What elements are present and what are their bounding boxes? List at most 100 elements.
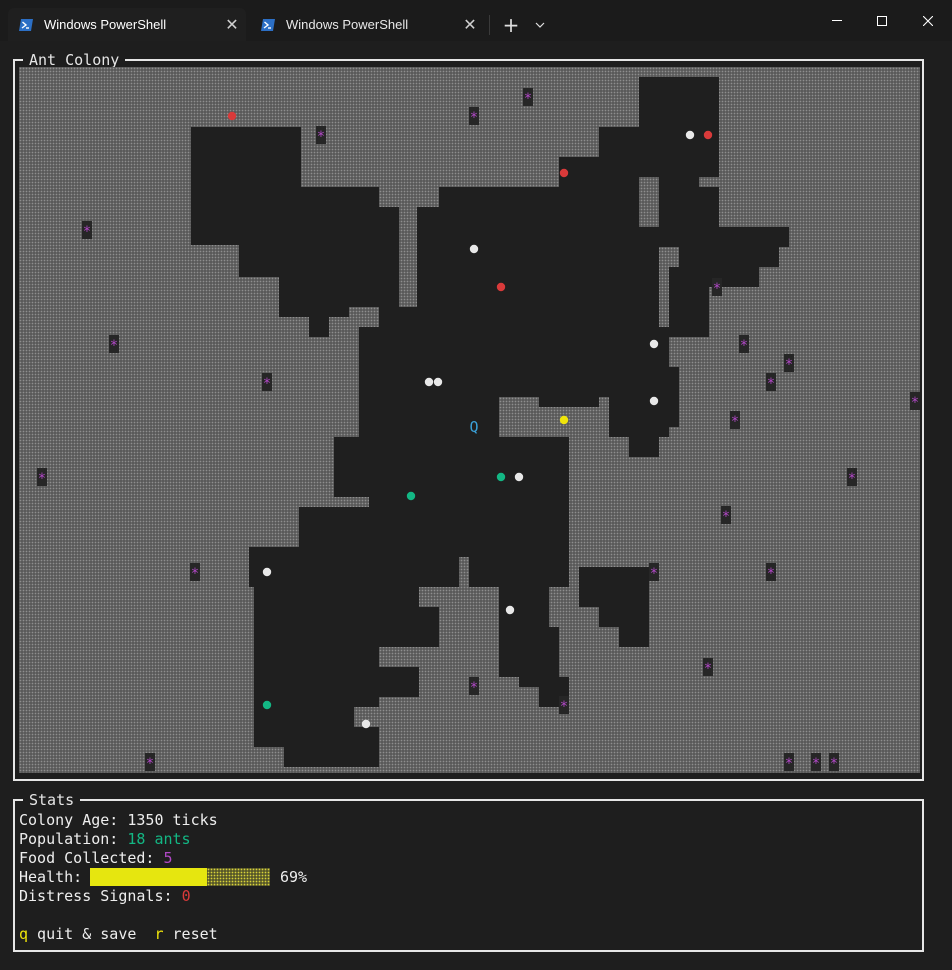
ant [433,377,443,387]
chevron-down-icon [535,22,545,28]
tunnel-segment [419,457,569,547]
health-label: Health: [19,868,92,886]
tunnel-segment [669,267,709,337]
close-icon[interactable]: ✕ [218,15,246,35]
food-item: * [722,509,730,525]
minimize-button[interactable] [814,0,860,41]
tunnel-segment [219,167,249,187]
tunnel-segment [309,297,329,337]
window-close-icon [923,15,933,26]
powershell-icon [260,17,276,33]
food-item: * [650,566,658,582]
panel-title: Stats [23,791,81,809]
food-item: * [83,224,91,240]
tab-powershell-2[interactable]: Windows PowerShell ✕ [250,8,484,41]
maximize-button[interactable] [859,0,905,41]
food-item: * [731,414,739,430]
ant [559,415,569,425]
colony-age-label: Colony Age: [19,811,128,829]
title-bar: Windows PowerShell ✕ Windows PowerShell … [0,0,952,41]
tunnel-segment [289,207,309,227]
distress-label: Distress Signals: [19,887,182,905]
food-label: Food Collected: [19,849,164,867]
tunnel-segment [359,327,399,447]
health-bar [90,868,270,886]
food-item: * [704,661,712,677]
ant [649,339,659,349]
tunnel-segment [249,547,309,587]
food-item: * [767,566,775,582]
tab-label: Windows PowerShell [286,17,409,32]
window-close-button[interactable] [905,0,951,41]
tunnel-segment [739,227,789,247]
food-item: * [317,129,325,145]
maximize-icon [877,15,887,26]
food-item: * [146,756,154,772]
distress-value: 0 [181,887,191,905]
colony-map: * * * * * * * * * * * * * * * * * * * * * * * * * Q [37,77,920,772]
minimize-icon [832,19,842,21]
tunnel-segment [469,227,509,287]
tunnel-segment [629,417,659,457]
food-item: * [713,281,721,297]
food-item: * [785,756,793,772]
population-value: 18 ants [127,830,191,848]
ant [514,472,524,482]
food-item: * [911,395,919,411]
tunnel-segment [539,317,599,407]
tab-powershell-1[interactable]: Windows PowerShell ✕ [8,8,246,41]
ant [424,377,434,387]
food-value: 5 [163,849,173,867]
key-hints: q quit & save r reset [19,925,218,944]
terminal-area[interactable]: Ant Colony * * * * * * * * * * * * * * * * * * * * * * * * * Q S… [0,41,952,970]
reset-label: reset [163,925,218,943]
ant [559,168,569,178]
plus-icon: + [502,12,520,37]
food-item: * [767,376,775,392]
food-item: * [470,110,478,126]
ant [685,130,695,140]
ant [262,567,272,577]
close-icon[interactable]: ✕ [456,15,484,35]
colony-age-value: 1350 ticks [127,811,218,829]
distress-line: Distress Signals: 0 [19,887,191,906]
tunnel-segment [349,207,399,247]
ant [505,605,515,615]
ant [262,700,272,710]
health-line: Health: [19,868,91,887]
tunnel-segment [359,667,419,697]
tab-dropdown-button[interactable] [528,8,552,41]
new-tab-button[interactable]: + [497,8,525,41]
ant-colony-panel: Ant Colony * * * * * * * * * * * * * * * * * * * * * * * * * Q [13,51,924,781]
health-bar-fill [90,868,207,886]
ant [469,244,479,254]
food-line: Food Collected: 5 [19,849,173,868]
food-item: * [524,91,532,107]
ant [227,111,237,121]
food-item: * [191,566,199,582]
soil-field: * * * * * * * * * * * * * * * * * * * * * * * * * Q [19,67,920,773]
ant [496,282,506,292]
tab-label: Windows PowerShell [44,17,167,32]
ant [649,396,659,406]
food-item: * [110,338,118,354]
food-item: * [785,357,793,373]
tunnel-segment [619,567,649,647]
food-item: * [830,756,838,772]
colony-age-line: Colony Age: 1350 ticks [19,811,218,830]
food-item: * [263,376,271,392]
food-item: * [812,756,820,772]
food-item: * [848,471,856,487]
tunnel-segment [329,727,379,767]
tunnel-segment [679,187,719,267]
stats-panel: Stats Colony Age: 1350 ticks Population:… [13,791,924,952]
ant [496,472,506,482]
population-label: Population: [19,830,128,848]
food-item: * [560,699,568,715]
tunnel-segment [494,307,544,347]
quit-key[interactable]: q [19,925,28,943]
queen-marker: Q [469,418,478,436]
reset-key[interactable]: r [154,925,163,943]
quit-label: quit & save [28,925,137,943]
ant [361,719,371,729]
